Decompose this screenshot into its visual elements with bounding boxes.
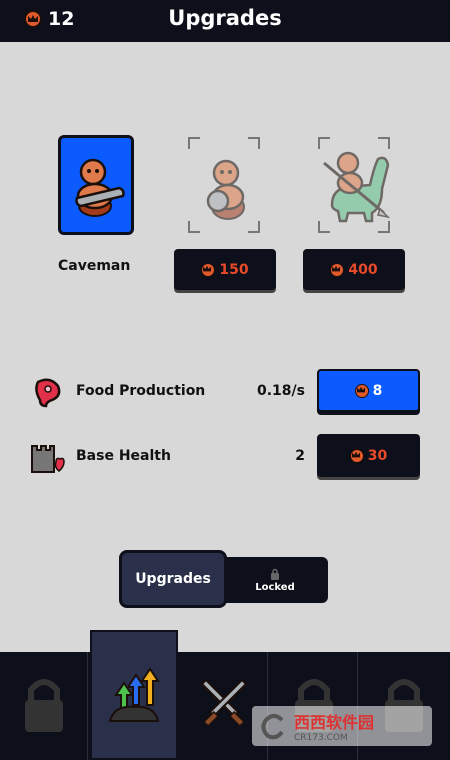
crossed-swords-icon [200,678,247,728]
unit-card-caveman[interactable] [58,135,134,235]
unlock-cost: 400 [348,261,378,278]
lock-icon [24,679,63,732]
unit-name-caveman: Caveman [58,258,131,274]
watermark-brand: 西西软件园 [294,713,375,732]
tab-locked[interactable]: Locked [222,557,328,603]
stat-value-food: 0.18/s [257,383,305,399]
stat-label-health: Base Health [76,448,171,464]
page-title: Upgrades [168,6,282,30]
watermark: 西西软件园 CR173.COM [252,706,432,746]
unit-card-locked-2[interactable] [316,135,392,235]
crown-coin-icon [330,262,345,277]
nav-item-locked-1[interactable] [0,652,88,760]
upgrade-arrows-icon [108,667,160,722]
unlock-unit-button-1[interactable]: 150 [174,249,276,290]
tab-upgrades[interactable]: Upgrades [119,550,227,608]
crown-coin-icon [201,262,216,277]
dino-rider-icon [323,151,391,223]
crown-coin-icon [349,448,364,463]
lock-icon [271,568,279,580]
tab-locked-label: Locked [255,581,295,593]
shield-warrior-icon [206,159,245,220]
watermark-logo-icon [261,714,284,740]
upgrade-food-button[interactable]: 8 [317,369,420,412]
unlock-cost: 150 [219,261,249,278]
stat-value-health: 2 [295,448,305,464]
upgrade-cost: 30 [367,447,388,464]
top-bar: 12 Upgrades [0,0,450,42]
unit-card-locked-1[interactable] [186,135,262,235]
caveman-figure-icon [75,158,125,217]
upgrade-cost: 8 [372,382,383,399]
meat-icon [35,378,61,408]
crown-coin-icon [354,383,369,398]
watermark-site: CR173.COM [294,733,348,743]
stat-label-food: Food Production [76,383,206,399]
nav-item-upgrades[interactable] [90,630,178,760]
unlock-unit-button-2[interactable]: 400 [303,249,405,290]
upgrade-health-button[interactable]: 30 [317,434,420,477]
castle-heart-icon [31,445,65,473]
